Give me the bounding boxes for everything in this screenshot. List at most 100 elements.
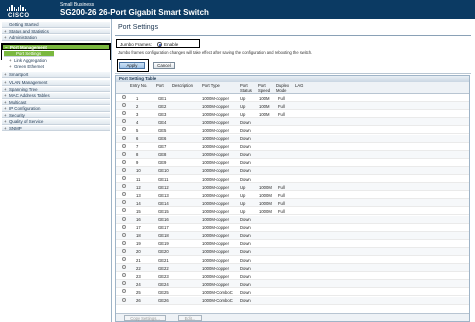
row-select-radio[interactable] [122,159,126,164]
row-select-radio[interactable] [122,127,126,132]
apply-button[interactable]: Apply [119,62,145,69]
sidebar-item-security[interactable]: + Security [2,112,110,119]
cell-entry-no: 26 [136,298,141,304]
row-select-radio[interactable] [122,265,126,270]
sidebar-item-vlan-management[interactable]: + VLAN Management [2,80,110,86]
sidebar-item-label: IP Configuration [9,106,41,111]
row-select-radio[interactable] [122,232,126,237]
cell-port-status: Down [240,273,251,279]
row-select-radio[interactable] [122,184,126,189]
col-port-speed: Port Speed [258,83,271,93]
table-row[interactable]: 25 GE25 1000M-ComboC Down [116,288,469,297]
table-row[interactable]: 9 GE9 1000M-copper Down [116,159,469,167]
sidebar-item-ip-configuration[interactable]: + IP Configuration [2,106,110,112]
expand-icon: + [4,93,7,98]
sidebar-item-smartport[interactable]: + Smartport [2,72,110,78]
row-select-radio[interactable] [122,176,126,180]
row-select-radio[interactable] [122,257,126,261]
table-row[interactable]: 24 GE24 1000M-copper Down [116,280,469,289]
cell-duplex-mode: Full [278,111,285,117]
table-row[interactable]: 22 GE22 1000M-copper Down [116,264,469,273]
row-select-radio[interactable] [122,192,126,197]
row-select-radio[interactable] [122,200,126,205]
row-select-radio[interactable] [122,248,126,253]
cell-port-status: Down [240,281,251,287]
cell-port: GE15 [158,208,169,214]
table-row[interactable]: 8 GE8 1000M-copper Down [116,150,469,159]
table-row[interactable]: 23 GE23 1000M-copper Down [116,272,469,281]
sidebar-item-spanning-tree[interactable]: + Spanning Tree [2,86,110,93]
jumbo-frames-field: Jumbo Frames: Enable [116,39,200,48]
table-row[interactable]: 11 GE11 1000M-copper Down [116,175,469,184]
table-row[interactable]: 5 GE5 1000M-copper Down [116,126,469,135]
table-row[interactable]: 1 GE1 1000M-copper Up 100M Full [116,94,469,103]
table-row[interactable]: 26 GE26 1000M-ComboC Down [116,296,469,305]
row-select-radio[interactable] [122,103,126,108]
cell-port-type: 1000M-copper [202,273,230,279]
row-select-radio[interactable] [122,167,126,172]
table-row[interactable]: 12 GE12 1000M-copper Up 1000M Full [116,183,469,192]
row-select-radio[interactable] [122,297,126,302]
sidebar-item-multicast[interactable]: + Multicast [2,99,110,106]
cell-port: GE2 [158,103,167,109]
cell-port: GE7 [158,144,167,150]
cell-entry-no: 3 [136,111,139,117]
table-row[interactable]: 18 GE18 1000M-copper Down [116,231,469,240]
cell-entry-no: 20 [136,249,141,255]
sidebar-item-getting-started[interactable]: Getting Started [2,22,110,28]
table-row[interactable]: 17 GE17 1000M-copper Down [116,224,469,232]
jumbo-enable-radio[interactable] [157,42,162,47]
sidebar-item-mac-address-tables[interactable]: + MAC Address Tables [2,93,110,99]
table-row[interactable]: 20 GE20 1000M-copper Down [116,247,469,256]
sidebar-item-link-aggregation[interactable]: + Link Aggregation [2,58,110,64]
cell-port-speed: 100M [259,111,270,117]
sidebar-item-quality-of-service[interactable]: + Quality of Service [2,119,110,125]
sidebar-item-green-ethernet[interactable]: + Green Ethernet [2,64,110,70]
row-select-radio[interactable] [122,95,126,99]
table-row[interactable]: 14 GE14 1000M-copper Up 1000M Full [116,199,469,208]
row-select-radio[interactable] [122,135,126,140]
cell-port-status: Up [240,95,246,101]
expand-icon: + [4,106,7,111]
edit-button[interactable]: Edit... [178,315,202,321]
cell-entry-no: 14 [136,200,141,206]
copy-settings-button[interactable]: Copy Settings... [124,315,166,321]
row-select-radio[interactable] [122,273,126,278]
sidebar-item-label: Getting Started [9,22,39,27]
table-row[interactable]: 15 GE15 1000M-copper Up 1000M Full [116,207,469,216]
table-row[interactable]: 2 GE2 1000M-copper Up 100M Full [116,102,469,111]
jumbo-enable-label[interactable]: Enable [164,42,178,47]
row-select-radio[interactable] [122,281,126,286]
sidebar-item-label: Spanning Tree [9,86,38,92]
row-select-radio[interactable] [122,119,126,124]
cell-entry-no: 10 [136,168,141,174]
table-row[interactable]: 19 GE19 1000M-copper Down [116,240,469,248]
table-row[interactable]: 7 GE7 1000M-copper Down [116,143,469,151]
cell-port-type: 1000M-copper [202,184,230,190]
row-select-radio[interactable] [122,208,126,213]
row-select-radio[interactable] [122,216,126,221]
row-select-radio[interactable] [122,224,126,229]
sidebar-item-port-management[interactable]: − Port Management [2,44,110,50]
table-row[interactable]: 21 GE21 1000M-copper Down [116,256,469,265]
cell-port-type: 1000M-copper [202,281,230,287]
table-row[interactable]: 16 GE16 1000M-copper Down [116,215,469,224]
sidebar-item-snmp[interactable]: + SNMP [2,125,110,132]
table-row[interactable]: 10 GE10 1000M-copper Down [116,166,469,175]
row-select-radio[interactable] [122,111,126,116]
table-row[interactable]: 4 GE4 1000M-copper Down [116,118,469,127]
row-select-radio[interactable] [122,240,126,245]
cell-port: GE9 [158,160,167,166]
row-select-radio[interactable] [122,143,126,148]
table-row[interactable]: 13 GE13 1000M-copper Up 1000M Full [116,191,469,200]
sidebar-item-administration[interactable]: + Administration [2,35,110,41]
cell-port-type: 1000M-copper [202,257,230,263]
row-select-radio[interactable] [122,289,126,294]
cell-duplex-mode: Full [278,208,285,214]
sidebar-item-port-settings[interactable]: Port Settings [4,51,54,57]
table-row[interactable]: 3 GE3 1000M-copper Up 100M Full [116,110,469,119]
sidebar-item-status-statistics[interactable]: + Status and Statistics [2,28,110,35]
row-select-radio[interactable] [122,151,126,156]
cancel-button[interactable]: Cancel [153,62,175,69]
table-row[interactable]: 6 GE6 1000M-copper Down [116,134,469,143]
